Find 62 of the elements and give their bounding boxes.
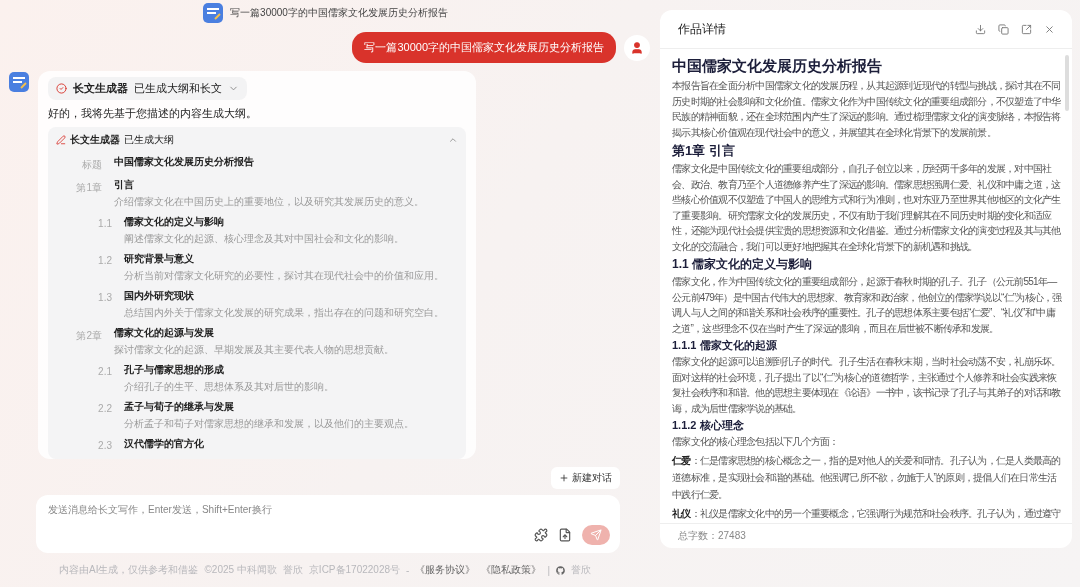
outline-header[interactable]: 长文生成器 已生成大纲 bbox=[56, 131, 458, 155]
paragraph: 儒家文化，作为中国传统文化的重要组成部分，起源于春秋时期的孔子。孔子（公元前551年—公元前479年）是中国古代伟大的思想家、教育家和政治家，他创立的儒家学说以“仁”为核心，强调人与人之间的和谐关系和社会秩序的重要性。孔子的思想体系主要包括“仁爱”、“礼仪”和“中庸之道”，这些理念不仅在当时产生了深远的影响，而且在后世被不断传承和发展。 bbox=[672, 275, 1063, 336]
outline-description: 分析孟子和荀子对儒家思想的继承和发展，以及他们的主要观点。 bbox=[124, 417, 415, 431]
paragraph: 儒家文化的核心理念包括以下几个方面： bbox=[672, 435, 840, 449]
outline-title: 儒家文化的起源与发展 bbox=[114, 326, 215, 340]
panel-title: 作品详情 bbox=[678, 20, 726, 38]
outline-title: 研究背景与意义 bbox=[124, 252, 195, 266]
send-icon bbox=[590, 529, 602, 541]
copy-icon[interactable] bbox=[995, 23, 1012, 35]
github-icon[interactable] bbox=[556, 565, 565, 575]
app-logo-icon bbox=[8, 71, 30, 93]
heading: 第1章 引言 bbox=[672, 142, 736, 160]
file-upload-icon[interactable] bbox=[558, 528, 572, 542]
outline-title: 孟子与荀子的继承与发展 bbox=[124, 400, 235, 414]
outline-label: 第2章 bbox=[75, 329, 102, 343]
heading: 1.1.2 核心理念 bbox=[672, 418, 745, 433]
user-message: 写一篇30000字的中国儒家文化发展历史分析报告 bbox=[352, 32, 616, 63]
outline-description: 阐述儒家文化的起源、核心理念及其对中国社会和文化的影响。 bbox=[124, 232, 405, 246]
outline-label: 1.1 bbox=[97, 217, 112, 231]
outline-description: 探讨儒家文化的起源、早期发展及其主要代表人物的思想贡献。 bbox=[114, 343, 395, 357]
user-avatar bbox=[624, 34, 650, 61]
heading: 中国儒家文化发展历史分析报告 bbox=[672, 57, 883, 76]
paragraph: 儒家文化的起源可以追溯到孔子的时代。孔子生活在春秋末期，当时社会动荡不安，礼崩乐坏。面对这样的社会环境，孔子提出了以“仁”为核心的道德哲学，主张通过个人修养和社会实践来恢复社会秩序和和谐。他的思想主要体现在《论语》一书中，该书记录了孔子与其弟子的对话和教诲，成为后世儒家学说的基础。 bbox=[672, 355, 1062, 416]
heading: 1.1.1 儒家文化的起源 bbox=[672, 338, 778, 353]
outline-label: 1.2 bbox=[97, 254, 112, 268]
outline-label: 第1章 bbox=[75, 181, 102, 195]
footer-link[interactable]: 《隐私政策》 bbox=[481, 563, 542, 577]
footer-text: - bbox=[406, 564, 410, 576]
paragraph: 儒家文化是中国传统文化的重要组成部分，自孔子创立以来，历经两千多年的发展，对中国社会、政治、教育乃至个人道德修养产生了深远的影响。儒家思想强调仁爱、礼仪和中庸之道，这些核心价值观不仅塑造了中国人的思维方式和行为准则，也对东亚乃至世界其他地区的文化产生了重要影响。研究儒家文化的发展历史，不仅有助于我们理解其在不同历史时期的变化和适应性，还能为现代社会提供宝贵的思想资源和文化借鉴。通过分析儒家文化的演变过程及其与其他文化的交流融合，我们可以更好地把握其在全球化背景下的新机遇和挑战。 bbox=[672, 162, 1062, 254]
pen-icon bbox=[56, 135, 66, 145]
heading: 1.1 儒家文化的定义与影响 bbox=[672, 256, 813, 273]
outline-label: 1.3 bbox=[97, 291, 112, 305]
outline-label: 2.2 bbox=[97, 402, 112, 416]
outline-title: 孔子与儒家思想的形成 bbox=[124, 363, 225, 377]
paragraph: 仁爱：仁是儒家思想的核心概念之一，指的是对他人的关爱和同情。孔子认为，仁是人类最高的道德标准，是实现社会和谐的基础。他强调“己所不欲，勿施于人”的原则，提倡人们在日常生活中践行仁爱。 bbox=[672, 453, 1062, 502]
new-chat-button[interactable]: 新建对话 bbox=[551, 467, 620, 489]
outline-title: 中国儒家文化发展历史分析报告 bbox=[114, 155, 255, 169]
outline-label: 2.1 bbox=[97, 365, 112, 379]
assistant-reply: 好的，我将先基于您描述的内容生成大纲。 bbox=[48, 106, 258, 121]
outline-description: 分析当前对儒家文化研究的必要性，探讨其在现代社会中的价值和应用。 bbox=[124, 269, 445, 283]
chevron-up-icon bbox=[448, 135, 458, 145]
footer-link[interactable]: 《服务协议》 bbox=[415, 563, 476, 577]
plugin-icon[interactable] bbox=[534, 528, 548, 542]
word-count: 总字数：27483 bbox=[660, 523, 1072, 548]
outline-label: 2.3 bbox=[97, 439, 112, 451]
chat-title: 写一篇30000字的中国儒家文化发展历史分析报告 bbox=[230, 6, 448, 20]
plus-icon bbox=[559, 473, 569, 483]
outline-description: 总结国内外关于儒家文化发展的研究成果，指出存在的问题和研究空白。 bbox=[124, 306, 445, 320]
outline-title: 汉代儒学的官方化 bbox=[124, 437, 205, 451]
outline-title: 儒家文化的定义与影响 bbox=[124, 215, 225, 229]
app-logo-icon bbox=[202, 2, 225, 24]
paragraph: 礼仪：礼仪是儒家文化中的另一个重要概念，它强调行为规范和社会秩序。孔子认为，通过遵守 bbox=[672, 506, 1062, 521]
paragraph: 本报告旨在全面分析中国儒家文化的发展历程，从其起源到近现代的转型与挑战，探讨其在不同历史时期的社会影响和文化价值。儒家文化作为中国传统文化的重要组成部分，不仅塑造了中华民族的精神面貌，还在全球范围内产生了深远的影响。通过梳理儒家文化的演变脉络，本报告将揭示其核心价值观在现代社会中的意义，并展望其在全球化背景下的发展前景。 bbox=[672, 79, 1062, 140]
outline-description: 介绍儒家文化在中国历史上的重要地位，以及研究其发展历史的意义。 bbox=[114, 195, 425, 209]
tool-status-chip[interactable]: 长文生成器 已生成大纲和长文 bbox=[48, 77, 247, 100]
footer-separator: | bbox=[547, 564, 550, 576]
outline-description: 介绍孔子的生平、思想体系及其对后世的影响。 bbox=[124, 380, 335, 394]
check-circle-icon bbox=[56, 83, 67, 94]
outline-label: 标题 bbox=[81, 158, 102, 172]
outline-title: 引言 bbox=[114, 178, 135, 192]
scrollbar[interactable] bbox=[1065, 55, 1069, 111]
outline-title: 国内外研究现状 bbox=[124, 289, 195, 303]
